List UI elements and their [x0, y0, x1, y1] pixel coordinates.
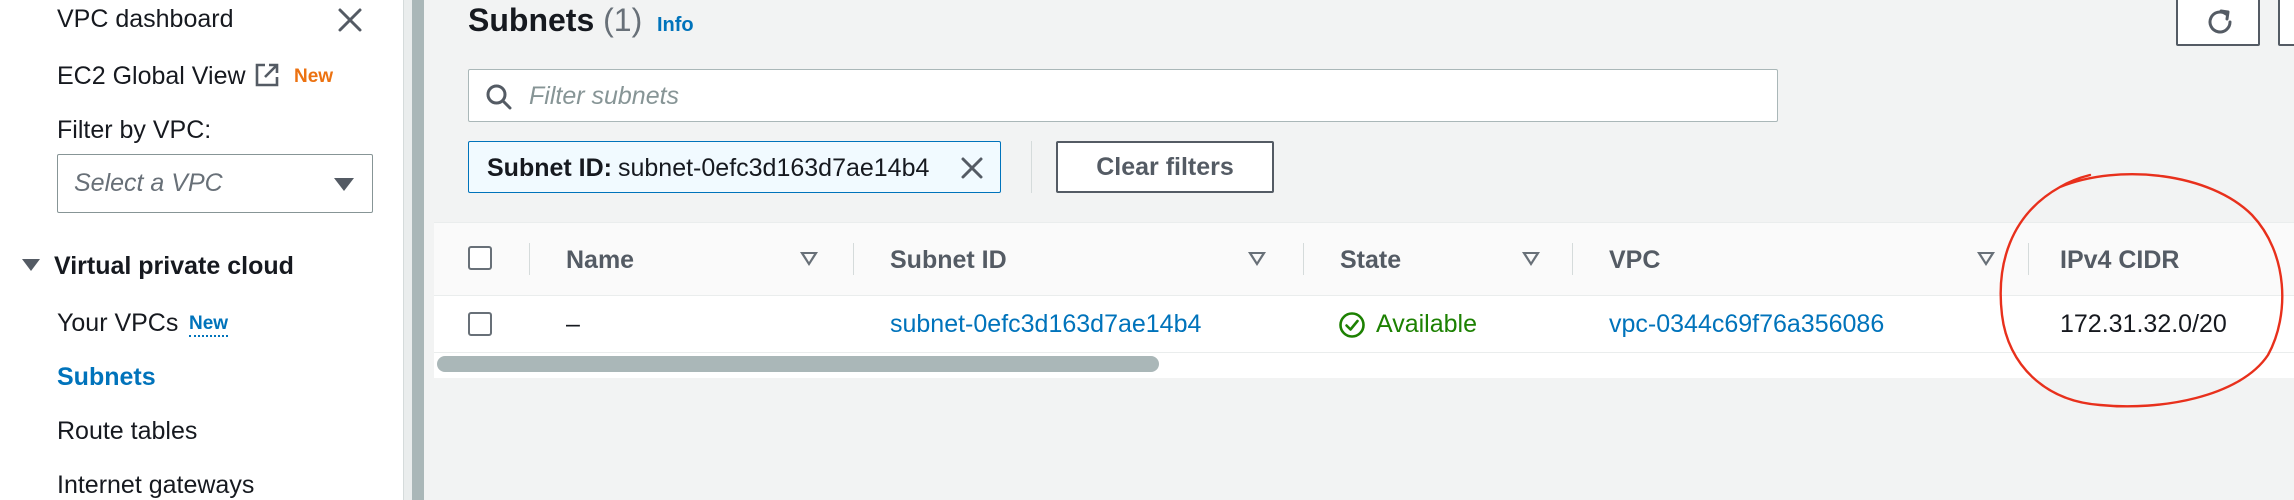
- table-horizontal-scrollbar-thumb[interactable]: [437, 356, 1159, 372]
- section-caret-down-icon[interactable]: [22, 259, 40, 271]
- sidebar-item-route-tables[interactable]: Route tables: [57, 417, 197, 446]
- new-badge: New: [294, 66, 334, 87]
- subnets-table: Name Subnet ID State VPC IPv4 CIDR – sub…: [434, 222, 2294, 378]
- filter-token-value: subnet-0efc3d163d7ae14b4: [618, 154, 930, 182]
- column-separator: [853, 243, 854, 275]
- section-title-virtual-private-cloud[interactable]: Virtual private cloud: [54, 252, 294, 281]
- column-header-ipv4-cidr[interactable]: IPv4 CIDR: [2060, 246, 2179, 275]
- column-separator: [1303, 243, 1304, 275]
- vpc-select[interactable]: Select a VPC: [57, 154, 373, 213]
- sidebar-item-subnets[interactable]: Subnets: [57, 363, 156, 392]
- cell-state: Available: [1376, 310, 1478, 338]
- column-header-state[interactable]: State: [1340, 246, 1401, 275]
- actions-button[interactable]: [2278, 0, 2294, 46]
- info-link[interactable]: Info: [657, 14, 694, 37]
- cell-subnet-id-link[interactable]: subnet-0efc3d163d7ae14b4: [890, 310, 1201, 339]
- clear-filters-button[interactable]: Clear filters: [1056, 141, 1274, 193]
- page-title-text: Subnets: [468, 2, 595, 38]
- sidebar-item-your-vpcs[interactable]: Your VPCs: [57, 309, 178, 338]
- page-title: Subnets (1): [468, 2, 642, 39]
- sidebar: VPC dashboard EC2 Global View New Filter…: [0, 0, 404, 500]
- external-link-icon: [255, 63, 279, 87]
- sidebar-scrollbar-thumb[interactable]: [412, 0, 424, 500]
- check-circle-icon: [1339, 312, 1365, 338]
- search-input[interactable]: [529, 78, 1729, 114]
- filter-token: Subnet ID: subnet-0efc3d163d7ae14b4: [468, 141, 1001, 193]
- column-header-vpc[interactable]: VPC: [1609, 246, 1660, 275]
- new-badge[interactable]: New: [189, 313, 229, 337]
- table-header: Name Subnet ID State VPC IPv4 CIDR: [434, 223, 2294, 296]
- sort-down-icon[interactable]: [1522, 252, 1540, 266]
- column-header-subnet-id[interactable]: Subnet ID: [890, 246, 1007, 275]
- cell-name: –: [566, 310, 580, 338]
- page-title-count: (1): [603, 2, 643, 38]
- column-separator: [1572, 243, 1573, 275]
- search-icon: [486, 84, 512, 110]
- filter-token-key: Subnet ID:: [487, 154, 612, 182]
- divider: [1031, 141, 1032, 193]
- filter-search-box[interactable]: [468, 69, 1778, 122]
- sort-down-icon[interactable]: [1977, 252, 1995, 266]
- row-checkbox[interactable]: [468, 312, 492, 336]
- cell-ipv4-cidr: 172.31.32.0/20: [2060, 310, 2227, 338]
- column-separator: [2028, 243, 2029, 275]
- remove-filter-close-icon[interactable]: [958, 154, 986, 182]
- filter-by-vpc-label: Filter by VPC:: [57, 116, 212, 144]
- select-all-checkbox[interactable]: [468, 246, 492, 270]
- sort-down-icon[interactable]: [1248, 252, 1266, 266]
- column-header-name[interactable]: Name: [566, 246, 634, 275]
- sidebar-item-vpc-dashboard[interactable]: VPC dashboard: [57, 5, 234, 34]
- sort-down-icon[interactable]: [800, 252, 818, 266]
- vpc-select-placeholder: Select a VPC: [74, 169, 223, 197]
- sidebar-item-internet-gateways[interactable]: Internet gateways: [57, 471, 254, 500]
- close-icon[interactable]: [336, 6, 364, 34]
- sidebar-item-ec2-global-view[interactable]: EC2 Global View: [57, 62, 246, 91]
- table-row[interactable]: – subnet-0efc3d163d7ae14b4 Available vpc…: [434, 296, 2294, 353]
- caret-down-icon: [334, 178, 354, 191]
- column-separator: [529, 243, 530, 275]
- refresh-button[interactable]: [2176, 0, 2260, 46]
- refresh-icon: [2208, 9, 2232, 34]
- cell-vpc-link[interactable]: vpc-0344c69f76a356086: [1609, 310, 1884, 339]
